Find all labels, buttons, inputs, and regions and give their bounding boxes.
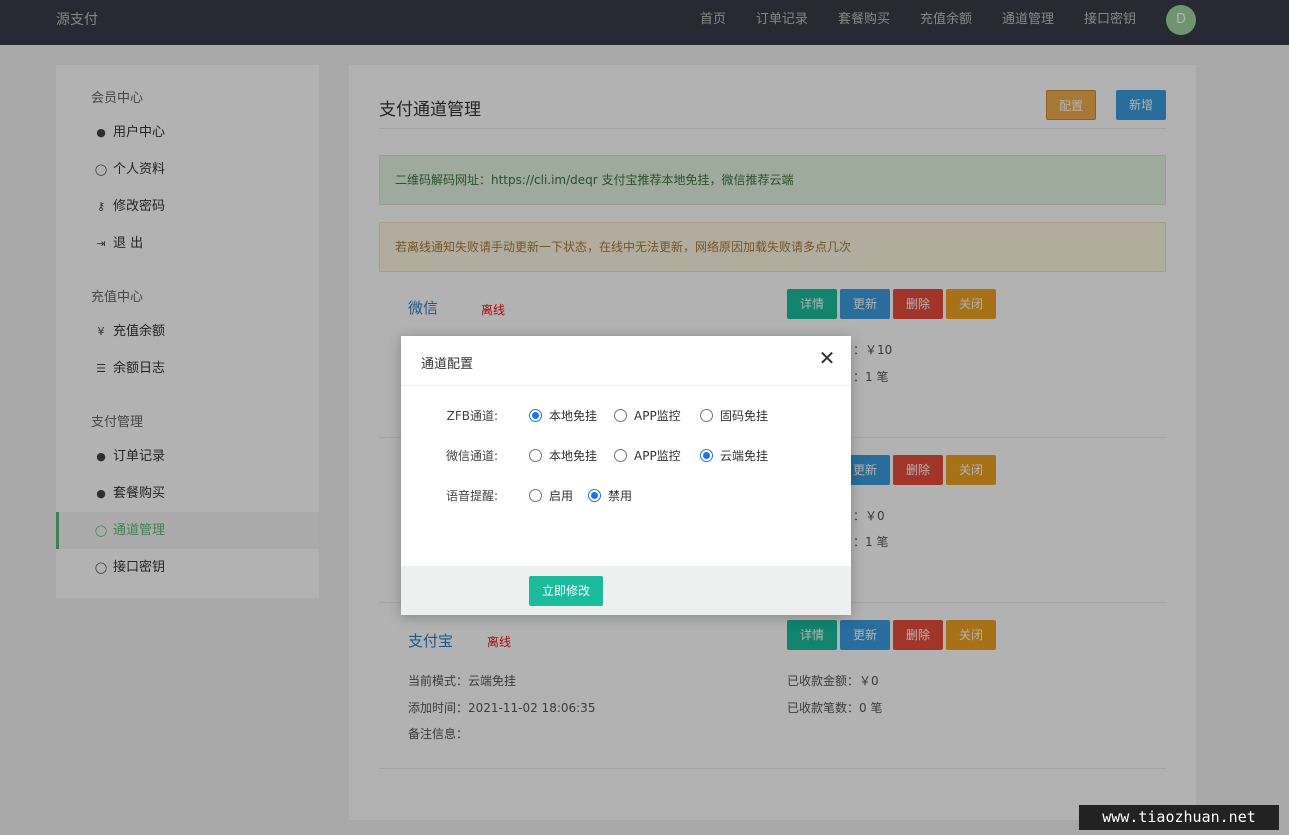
wechat-channel-row: 微信通道: 本地免挂 APP监控 云端免挂 (401, 445, 851, 467)
radio-option[interactable]: 云端免挂 (700, 445, 768, 467)
radio-icon[interactable] (614, 409, 627, 422)
close-icon[interactable]: ✕ (817, 348, 837, 368)
radio-checked-icon[interactable] (700, 449, 713, 462)
radio-icon[interactable] (700, 409, 713, 422)
field-label: 微信通道: (445, 449, 498, 463)
radio-checked-icon[interactable] (588, 489, 601, 502)
radio-icon[interactable] (614, 449, 627, 462)
field-label: ZFB通道: (446, 409, 498, 423)
radio-checked-icon[interactable] (529, 409, 542, 422)
dialog-footer: 立即修改 (401, 566, 851, 615)
radio-option[interactable]: 本地免挂 (529, 445, 597, 467)
radio-option[interactable]: 本地免挂 (529, 405, 597, 427)
channel-config-dialog: 通道配置 ✕ ZFB通道: 本地免挂 APP监控 固码免挂 微信通道: 本地免挂… (401, 336, 851, 615)
watermark: www.tiaozhuan.net (1079, 805, 1279, 830)
radio-option[interactable]: APP监控 (614, 405, 681, 427)
radio-option[interactable]: APP监控 (614, 445, 681, 467)
radio-option[interactable]: 启用 (529, 485, 573, 507)
radio-icon[interactable] (529, 449, 542, 462)
voice-alert-row: 语音提醒: 启用 禁用 (401, 485, 851, 507)
radio-option[interactable]: 禁用 (588, 485, 632, 507)
zfb-channel-row: ZFB通道: 本地免挂 APP监控 固码免挂 (401, 405, 851, 427)
radio-option[interactable]: 固码免挂 (700, 405, 768, 427)
submit-button[interactable]: 立即修改 (529, 576, 603, 606)
radio-icon[interactable] (529, 489, 542, 502)
divider (401, 385, 851, 386)
field-label: 语音提醒: (445, 489, 498, 503)
dialog-title: 通道配置 (421, 357, 474, 372)
